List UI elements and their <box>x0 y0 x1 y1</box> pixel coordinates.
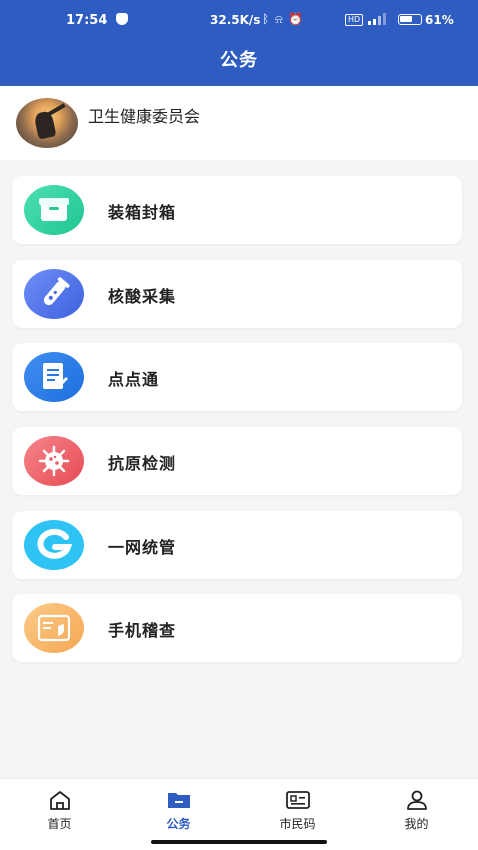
tab-mine[interactable]: 我的 <box>357 779 476 839</box>
menu-label: 点点通 <box>108 370 160 389</box>
avatar <box>16 98 78 148</box>
id-card-icon <box>24 603 84 653</box>
menu-item-diandiantong[interactable]: 点点通 <box>12 343 462 411</box>
tab-citizen-code[interactable]: 市民码 <box>238 779 357 839</box>
menu-item-antigen-test[interactable]: 抗原检测 <box>12 427 462 495</box>
folder-icon <box>168 793 190 808</box>
mute-icon: ⍾ <box>275 12 289 26</box>
menu-label: 装箱封箱 <box>108 203 177 222</box>
tab-label: 首页 <box>47 817 72 831</box>
battery-fill <box>400 16 412 22</box>
menu-label: 一网统管 <box>108 538 177 557</box>
menu-label: 手机稽查 <box>108 621 177 640</box>
battery-percent: 61% <box>425 13 454 27</box>
home-indicator <box>151 840 327 844</box>
avatar-figure-arm <box>46 103 66 117</box>
box-icon <box>24 185 84 235</box>
page-title: 公务 <box>220 50 258 71</box>
tab-official[interactable]: 公务 <box>119 779 238 839</box>
tab-label: 公务 <box>166 817 191 831</box>
network-speed: 32.5K/s <box>210 13 261 27</box>
menu-item-packing[interactable]: 装箱封箱 <box>12 176 462 244</box>
virus-icon <box>24 436 84 486</box>
menu-item-phone-inspection[interactable]: 手机稽查 <box>12 594 462 662</box>
hd-badge: HD <box>345 14 364 26</box>
avatar-figure <box>33 110 57 140</box>
org-header[interactable]: 卫生健康委员会 <box>0 86 478 160</box>
status-icons: ᛒ⍾⏰ <box>262 12 309 26</box>
signal-icon <box>368 13 386 25</box>
alarm-icon: ⏰ <box>288 12 310 26</box>
g-logo-icon <box>24 520 84 570</box>
shield-icon <box>116 13 128 25</box>
menu-label: 抗原检测 <box>108 454 177 473</box>
org-name: 卫生健康委员会 <box>88 107 201 126</box>
tab-home[interactable]: 首页 <box>0 779 119 839</box>
tab-label: 我的 <box>404 817 429 831</box>
tab-label: 市民码 <box>279 817 316 831</box>
battery-icon <box>398 14 422 25</box>
menu-item-nucleic-acid[interactable]: 核酸采集 <box>12 260 462 328</box>
app-header: 17:54 32.5K/s ᛒ⍾⏰ HD 61% 公务 <box>0 0 478 86</box>
citizen-card-icon <box>286 791 310 809</box>
home-icon <box>50 791 70 810</box>
menu-item-unified-management[interactable]: 一网统管 <box>12 511 462 579</box>
test-tube-icon <box>24 269 84 319</box>
user-icon <box>407 790 427 810</box>
status-time: 17:54 <box>66 13 108 28</box>
status-bar: 17:54 32.5K/s ᛒ⍾⏰ HD 61% <box>0 0 478 40</box>
menu-label: 核酸采集 <box>108 287 177 306</box>
bluetooth-icon: ᛒ <box>262 12 276 26</box>
document-icon <box>24 352 84 402</box>
